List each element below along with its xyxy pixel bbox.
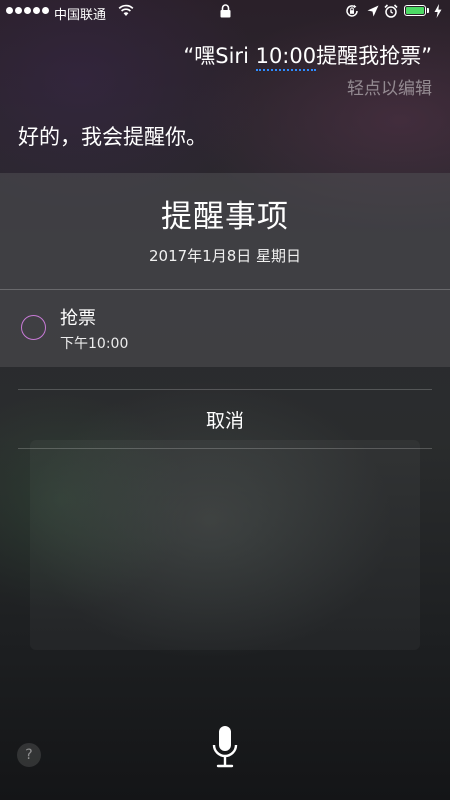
reminder-title: 抢票 xyxy=(60,308,96,329)
divider xyxy=(18,448,432,449)
reminder-item[interactable]: 抢票 下午10:00 xyxy=(0,290,450,367)
reminder-time: 下午10:00 xyxy=(60,336,129,352)
location-icon xyxy=(367,5,379,17)
rotation-lock-icon xyxy=(346,4,358,17)
tap-to-edit-label[interactable]: 轻点以编辑 xyxy=(347,74,432,99)
reminder-checkbox[interactable] xyxy=(21,315,46,340)
siri-response: 好的，我会提醒你。 xyxy=(18,125,207,149)
query-time: 10:00 xyxy=(255,44,317,71)
reminders-card: 提醒事项 2017年1月8日 星期日 抢票 下午10:00 xyxy=(0,173,450,367)
wifi-icon xyxy=(118,4,134,16)
card-date: 2017年1月8日 星期日 xyxy=(148,247,302,265)
card-title: 提醒事项 xyxy=(161,199,289,235)
signal-icon xyxy=(6,7,49,14)
carrier-name: 中国联通 xyxy=(54,8,107,23)
help-icon: ? xyxy=(25,747,33,763)
cancel-button[interactable]: 取消 xyxy=(18,390,432,448)
microphone-icon[interactable] xyxy=(211,725,239,771)
alarm-icon xyxy=(384,4,398,18)
charging-icon xyxy=(434,4,442,18)
help-button[interactable]: ? xyxy=(17,743,41,767)
battery-tip xyxy=(427,8,429,13)
battery-icon xyxy=(404,5,426,16)
siri-query[interactable]: “嘿Siri 10:00提醒我抢票” xyxy=(183,40,432,71)
query-suffix: 提醒我抢票” xyxy=(316,44,432,68)
status-bar: 中国联通 xyxy=(0,0,450,24)
background-blur xyxy=(30,440,420,650)
lock-icon xyxy=(220,4,231,18)
query-prefix: “嘿Siri xyxy=(183,44,256,68)
